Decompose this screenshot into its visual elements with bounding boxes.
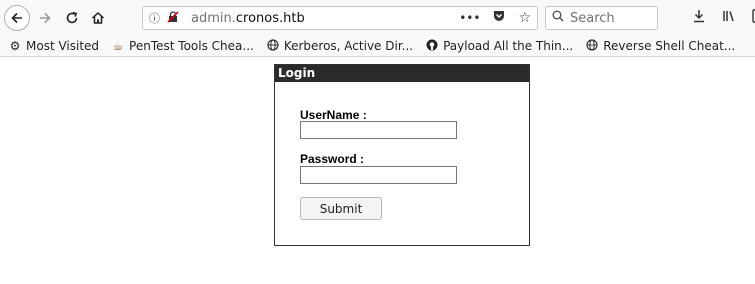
arrow-left-icon [11,12,22,24]
reload-icon [66,11,78,24]
reload-button[interactable] [62,6,82,30]
arrow-right-icon [40,12,51,24]
bookmarks-toolbar: ⚙ Most Visited ☕ PenTest Tools Chea... K… [0,36,755,57]
bookmark-label: Most Visited [26,39,100,53]
info-icon[interactable]: ⓘ [149,10,163,26]
url-subdomain: admin. [191,10,236,26]
url-text[interactable]: admin.cronos.htb [191,11,305,26]
bookmark-label: Reverse Shell Cheat... [603,39,736,53]
login-title: Login [275,65,529,82]
cup-icon: ☕ [112,39,124,53]
bookmark-label: Payload All the Thin... [443,39,574,53]
username-label: UserName : [300,108,367,122]
browser-toolbar: ⓘ admin.cronos.htb ••• ☆ Search [0,0,755,36]
bookmark-reverse-shell[interactable]: Reverse Shell Cheat... [585,38,736,54]
password-label: Password : [300,152,365,166]
gear-icon: ⚙ [9,39,21,53]
globe-icon [585,38,599,54]
home-icon [91,11,105,24]
globe-icon [266,38,280,54]
search-placeholder: Search [570,10,615,26]
library-icon[interactable] [722,9,736,27]
bookmark-label: PenTest Tools Chea... [129,39,254,53]
submit-button[interactable]: Submit [300,197,382,220]
url-actions: ••• ☆ [459,9,531,27]
search-icon [552,10,564,26]
bookmark-label: Kerberos, Active Dir... [283,39,414,53]
url-bar[interactable]: ⓘ admin.cronos.htb ••• ☆ [142,6,538,30]
bookmark-star-icon[interactable]: ☆ [518,10,531,26]
bookmark-payload-all-the-things[interactable]: Payload All the Thin... [425,39,573,54]
search-bar[interactable]: Search [545,6,658,30]
back-button[interactable] [4,5,30,31]
page-actions-icon[interactable]: ••• [459,11,480,25]
login-form: Login UserName : Password : Submit [274,64,530,246]
insecure-lock-icon[interactable] [167,10,183,26]
forward-button[interactable] [36,6,54,30]
bookmark-most-visited[interactable]: ⚙ Most Visited [8,39,99,53]
toolbar-right-icons [692,9,755,27]
github-icon [425,39,439,54]
download-icon[interactable] [692,9,706,27]
bookmark-kerberos[interactable]: Kerberos, Active Dir... [266,38,414,54]
url-domain: cronos.htb [235,10,305,26]
username-input[interactable] [300,121,457,139]
password-input[interactable] [300,166,457,184]
pocket-icon[interactable] [492,9,506,27]
home-button[interactable] [88,6,108,30]
bookmark-pentest-tools[interactable]: ☕ PenTest Tools Chea... [111,39,254,53]
